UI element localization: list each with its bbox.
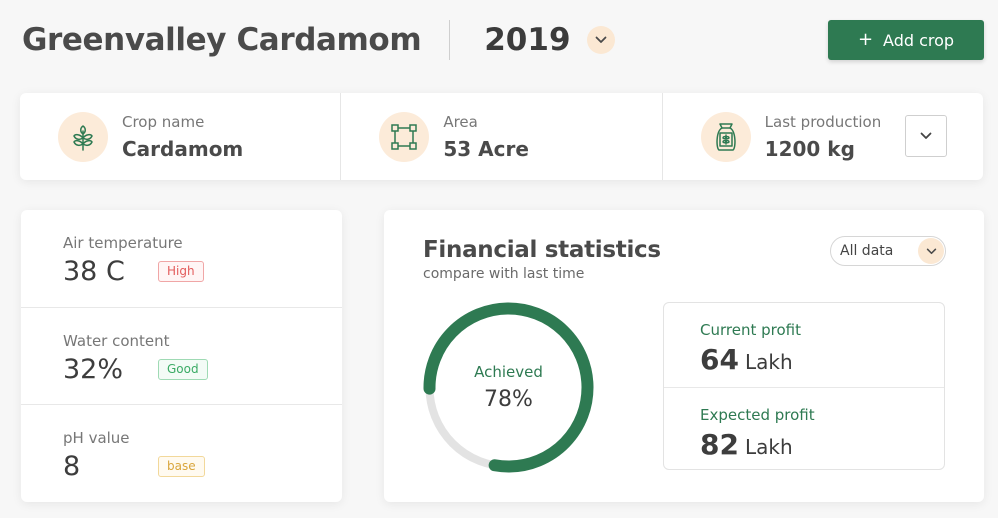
production-label: Last production — [764, 112, 882, 131]
status-badge: High — [158, 261, 204, 282]
financial-subtitle: compare with last time — [423, 266, 585, 282]
gauge-value: 78% — [484, 387, 533, 412]
chevron-down-icon — [595, 36, 606, 43]
metric-label: Water content — [63, 332, 170, 350]
metric-value: 38 C — [63, 256, 125, 287]
metric-water-content: Water content 32% Good — [21, 307, 342, 404]
expected-profit-amount: 82 — [700, 428, 739, 461]
conditions-card: Air temperature 38 C High Water content … — [21, 210, 342, 502]
expected-profit-unit: Lakh — [744, 435, 793, 459]
area-value: 53 Acre — [443, 136, 529, 161]
year-label: 2019 — [484, 22, 571, 58]
crop-name-cell: Crop name Cardamom — [20, 93, 340, 180]
profit-summary: Current profit 64 Lakh Expected profit 82… — [663, 302, 945, 470]
info-dropdown-button[interactable] — [904, 115, 947, 157]
expected-profit-label: Expected profit — [700, 406, 815, 424]
area-cell: Area 53 Acre — [340, 93, 661, 180]
gauge-label: Achieved — [474, 363, 543, 381]
metric-label: pH value — [63, 429, 130, 447]
farm-title: Greenvalley Cardamom — [22, 22, 422, 58]
metric-ph-value: pH value 8 base — [21, 404, 342, 501]
grain-sack-icon — [700, 111, 751, 162]
chevron-down-icon — [918, 238, 944, 264]
plus-icon: + — [857, 29, 874, 50]
financial-title: Financial statistics — [423, 237, 661, 263]
leaf-icon — [58, 111, 108, 162]
current-profit-unit: Lakh — [744, 350, 793, 374]
area-square-icon — [379, 111, 430, 162]
filter-label: All data — [840, 243, 894, 259]
metric-label: Air temperature — [63, 234, 183, 252]
data-filter-dropdown[interactable]: All data — [830, 236, 946, 266]
chevron-down-icon — [920, 132, 932, 139]
crop-info-card: Crop name Cardamom Area 53 Acre Last pro… — [20, 93, 983, 180]
crop-name-value: Cardamom — [122, 136, 244, 161]
header-divider — [449, 20, 451, 60]
page-header: Greenvalley Cardamom 2019 + Add crop — [22, 16, 984, 64]
achievement-gauge: Achieved 78% — [421, 300, 596, 475]
current-profit-label: Current profit — [700, 321, 801, 339]
metric-air-temperature: Air temperature 38 C High — [21, 210, 342, 307]
status-badge: Good — [158, 359, 208, 380]
financial-statistics-card: Financial statistics compare with last t… — [384, 210, 984, 502]
year-dropdown-button[interactable] — [586, 26, 615, 54]
status-badge: base — [158, 456, 205, 477]
add-crop-button[interactable]: + Add crop — [828, 20, 984, 60]
expected-profit: Expected profit 82 Lakh — [664, 387, 944, 471]
production-value: 1200 kg — [764, 136, 855, 161]
current-profit-amount: 64 — [700, 343, 739, 376]
add-crop-label: Add crop — [883, 30, 955, 50]
current-profit: Current profit 64 Lakh — [664, 303, 944, 387]
crop-name-label: Crop name — [122, 112, 205, 131]
area-label: Area — [443, 112, 478, 131]
metric-value: 32% — [63, 354, 124, 385]
metric-value: 8 — [63, 451, 81, 482]
production-cell: Last production 1200 kg — [661, 93, 983, 180]
